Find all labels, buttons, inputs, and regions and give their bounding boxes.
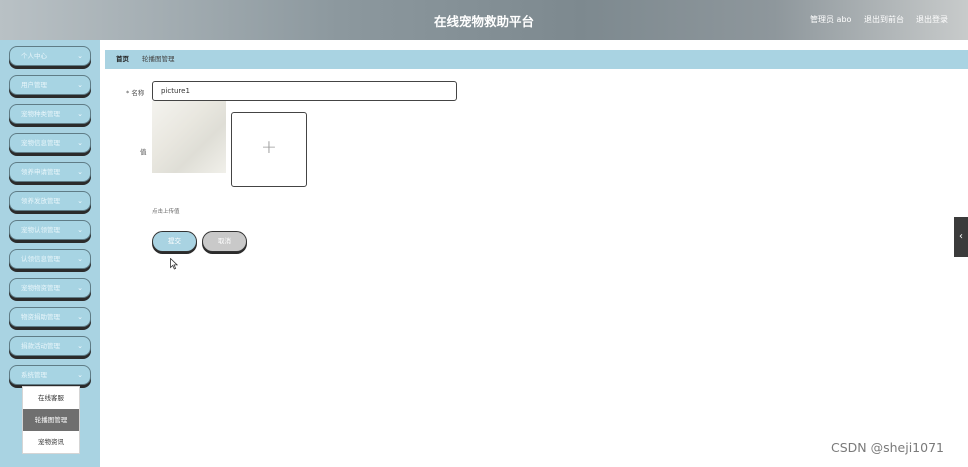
chevron-down-icon: ⌄: [77, 81, 83, 89]
upload-hint-text: 点击上传值: [152, 209, 180, 215]
image-preview-thumbnail: [152, 101, 226, 173]
sidebar-item-label: 宠物种类管理: [21, 110, 60, 118]
mouse-cursor-icon: [170, 258, 178, 270]
chevron-down-icon: ⌄: [77, 197, 83, 205]
sidebar-item-pet-supplies[interactable]: 宠物物资管理 ⌄: [9, 278, 91, 298]
chevron-left-icon[interactable]: ‹: [954, 217, 968, 257]
sidebar-item-label: 个人中心: [21, 52, 47, 60]
image-field-label: 值: [140, 148, 147, 156]
sidebar-item-label: 宠物认领管理: [21, 226, 60, 234]
chevron-down-icon: ⌄: [77, 226, 83, 234]
chevron-down-icon: ⌄: [77, 168, 83, 176]
breadcrumb-home-link[interactable]: 首页: [116, 50, 129, 69]
sidebar-item-label: 物资捐助管理: [21, 313, 60, 321]
sidebar-item-system-management[interactable]: 系统管理 ⌄: [9, 365, 91, 385]
sidebar-item-label: 宠物信息管理: [21, 139, 60, 147]
sidebar-item-personal-center[interactable]: 个人中心 ⌄: [9, 46, 91, 66]
sidebar-item-label: 捐款活动管理: [21, 342, 60, 350]
top-header-bar: 在线宠物救助平台 管理员 abo 退出到前台 退出登录: [0, 0, 968, 40]
sidebar-item-claim-info[interactable]: 认领信息管理 ⌄: [9, 249, 91, 269]
chevron-down-icon: ⌄: [77, 284, 83, 292]
chevron-up-icon: ⌄: [77, 371, 83, 379]
plus-icon: +: [261, 136, 277, 158]
sidebar-item-label: 领养发放管理: [21, 197, 60, 205]
sidebar-item-label: 认领信息管理: [21, 255, 60, 263]
submenu-item-pet-news[interactable]: 宠物资讯: [23, 431, 79, 453]
breadcrumb-current: 轮播图管理: [142, 55, 175, 63]
sidebar-item-adoption-release[interactable]: 领养发放管理 ⌄: [9, 191, 91, 211]
name-field-label: * 名称: [126, 89, 145, 97]
chevron-down-icon: ⌄: [77, 52, 83, 60]
sidebar-item-label: 领养申请管理: [21, 168, 60, 176]
submenu-item-carousel-management[interactable]: 轮播图管理: [23, 409, 79, 431]
chevron-down-icon: ⌄: [77, 255, 83, 263]
admin-user-label: 管理员 abo: [810, 15, 852, 24]
image-upload-box[interactable]: +: [231, 112, 307, 187]
sidebar-item-donation-activity[interactable]: 捐款活动管理 ⌄: [9, 336, 91, 356]
sidebar-item-user-management[interactable]: 用户管理 ⌄: [9, 75, 91, 95]
system-submenu: 在线客服 轮播图管理 宠物资讯: [22, 386, 80, 454]
sidebar-item-label: 宠物物资管理: [21, 284, 60, 292]
sidebar-item-pet-claim[interactable]: 宠物认领管理 ⌄: [9, 220, 91, 240]
sidebar-item-pet-info[interactable]: 宠物信息管理 ⌄: [9, 133, 91, 153]
chevron-down-icon: ⌄: [77, 342, 83, 350]
submit-button[interactable]: 提交: [152, 231, 197, 252]
chevron-down-icon: ⌄: [77, 110, 83, 118]
name-input[interactable]: picture1: [152, 81, 457, 101]
logout-link[interactable]: 退出登录: [916, 14, 948, 25]
watermark-text: CSDN @sheji1071: [831, 440, 944, 455]
sidebar-item-label: 用户管理: [21, 81, 47, 89]
submenu-item-online-service[interactable]: 在线客服: [23, 387, 79, 409]
chevron-down-icon: ⌄: [77, 313, 83, 321]
cancel-button[interactable]: 取消: [202, 231, 247, 252]
sidebar-item-supply-donation[interactable]: 物资捐助管理 ⌄: [9, 307, 91, 327]
sidebar-item-pet-category[interactable]: 宠物种类管理 ⌄: [9, 104, 91, 124]
breadcrumb: 首页 轮播图管理: [105, 50, 968, 69]
sidebar-item-adoption-application[interactable]: 领养申请管理 ⌄: [9, 162, 91, 182]
chevron-down-icon: ⌄: [77, 139, 83, 147]
sidebar-item-label: 系统管理: [21, 371, 47, 379]
go-frontend-link[interactable]: 退出到前台: [864, 14, 904, 25]
